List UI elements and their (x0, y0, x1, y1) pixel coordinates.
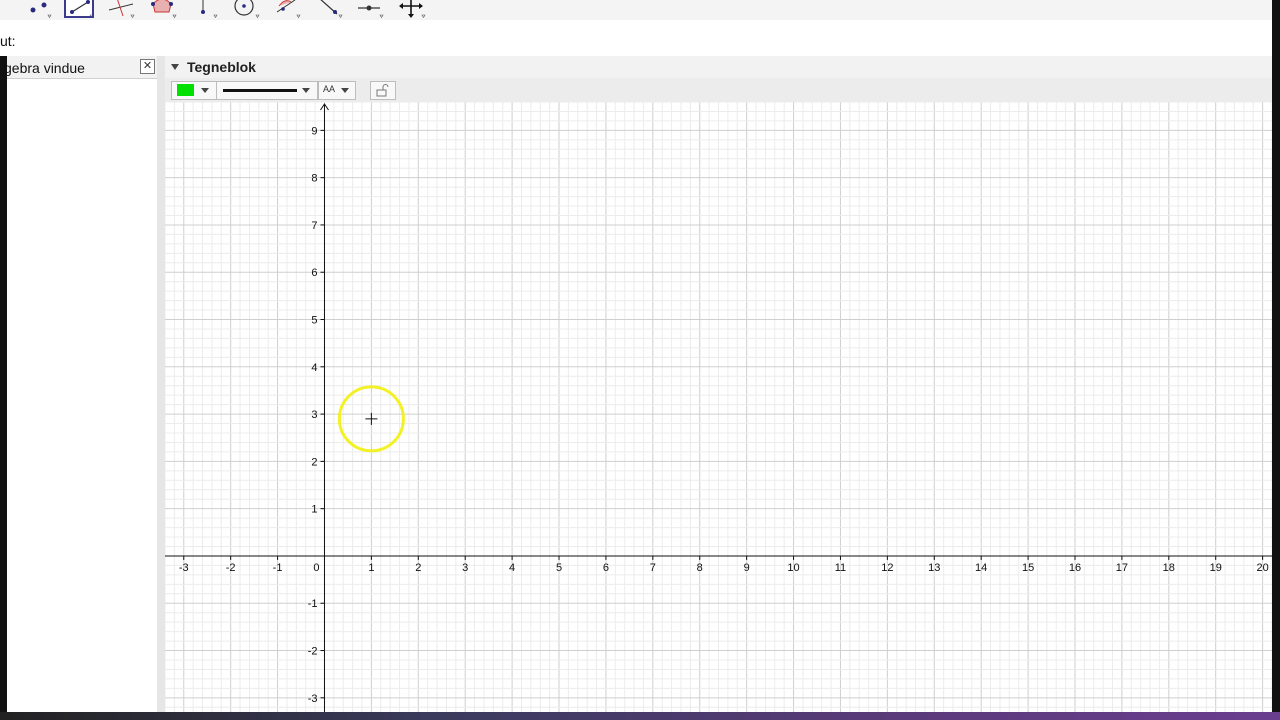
panel-splitter[interactable] (157, 56, 165, 712)
close-icon[interactable]: ✕ (140, 59, 155, 74)
segment-tool-button[interactable] (63, 0, 94, 18)
segment-tool-icon (69, 0, 94, 18)
x-tick-label: 5 (556, 562, 562, 574)
reflect-tool-icon (319, 0, 343, 18)
y-tick-label: 8 (311, 173, 317, 185)
x-tick-label: 10 (787, 562, 799, 574)
reflect-tool-button[interactable] (313, 0, 343, 18)
x-tick-label: 12 (881, 562, 893, 574)
x-tick-label: 2 (415, 562, 421, 574)
x-tick-label: 16 (1069, 562, 1081, 574)
window-edge-right (1272, 0, 1280, 720)
lock-icon (376, 84, 389, 97)
x-tick-label: -2 (226, 562, 236, 574)
chevron-down-icon (302, 88, 310, 93)
circle-tool-icon (233, 0, 260, 18)
x-tick-label: 15 (1022, 562, 1034, 574)
graphics-view-header: Tegneblok (165, 56, 1272, 79)
x-tick-label: 14 (975, 562, 987, 574)
y-tick-label: 2 (311, 456, 317, 468)
y-tick-label: 6 (311, 267, 317, 279)
lock-button[interactable] (370, 81, 396, 100)
chevron-down-icon (341, 88, 349, 93)
dock-bar (0, 712, 1280, 720)
x-tick-label: 7 (650, 562, 656, 574)
y-tick-label: -1 (308, 598, 318, 610)
color-picker-button[interactable] (171, 81, 217, 100)
angle-tool-button[interactable] (271, 0, 301, 18)
slider-tool-icon (358, 5, 384, 18)
x-tick-label: 1 (368, 562, 374, 574)
y-tick-label: 1 (311, 504, 317, 516)
x-tick-label: 4 (509, 562, 515, 574)
graphics-canvas[interactable]: -3 -2 -1 0 1 2 3 4 5 6 7 8 9 10 11 12 13 14 15 16 17 18 19 20 9 8… (164, 101, 1273, 712)
x-tick-label: 18 (1163, 562, 1175, 574)
move-graphics-view-tool-button[interactable] (396, 0, 426, 18)
crosshair-cursor-icon (365, 412, 378, 425)
y-tick-label: 5 (311, 315, 317, 327)
y-tick-label: 4 (311, 362, 317, 374)
x-tick-label: 17 (1116, 562, 1128, 574)
x-tick-label: 20 (1256, 562, 1268, 574)
circle-tool-button[interactable] (230, 0, 260, 18)
y-tick-label: -3 (308, 693, 318, 705)
x-tick-label: 0 (313, 562, 319, 574)
x-tick-label: 9 (744, 562, 750, 574)
polygon-tool-button[interactable] (147, 0, 177, 18)
line-style-preview (223, 89, 297, 92)
x-tick-label: 3 (462, 562, 468, 574)
y-tick-label: 9 (311, 125, 317, 137)
algebra-view-header: gebra vindue ✕ (4, 56, 157, 79)
circle-center-point-tool-button[interactable] (188, 0, 218, 18)
color-swatch (177, 84, 194, 96)
point-tool-icon (30, 2, 52, 18)
chevron-down-icon (201, 88, 209, 93)
input-bar[interactable]: ut: (0, 20, 1272, 57)
chevron-down-icon[interactable] (171, 64, 179, 70)
input-bar-label: ut: (0, 33, 16, 49)
x-tick-label: 13 (928, 562, 940, 574)
label-style-button[interactable]: AA (318, 81, 356, 100)
coordinate-plane[interactable]: -3 -2 -1 0 1 2 3 4 5 6 7 8 9 10 11 12 13 14 15 16 17 18 19 2098… (164, 101, 1273, 712)
perpendicular-line-tool-button[interactable] (105, 0, 135, 18)
graphics-view-title: Tegneblok (187, 59, 256, 75)
y-tick-label: 7 (311, 220, 317, 232)
algebra-view: gebra vindue ✕ (4, 56, 158, 712)
label-style-text: AA (323, 84, 336, 94)
move-graphics-view-tool-icon (398, 0, 426, 18)
window-edge-left (0, 56, 7, 712)
x-tick-label: 8 (697, 562, 703, 574)
perpendicular-line-tool-icon (108, 0, 135, 18)
x-tick-label: 11 (835, 562, 846, 574)
circle-center-point-tool-icon (201, 0, 218, 18)
graphics-style-bar: AA (165, 78, 1272, 102)
y-tick-label: -2 (308, 646, 318, 658)
line-style-button[interactable] (216, 81, 318, 100)
y-tick-label: 3 (311, 409, 317, 421)
angle-tool-icon (276, 0, 301, 18)
point-tool-button[interactable] (22, 0, 52, 18)
toolbar (0, 0, 1280, 20)
x-tick-label: 19 (1210, 562, 1222, 574)
slider-tool-button[interactable] (354, 0, 384, 18)
algebra-view-title: gebra vindue (4, 60, 85, 76)
x-tick-label: 6 (603, 562, 609, 574)
polygon-tool-icon (150, 0, 177, 18)
x-tick-label: -1 (273, 562, 283, 574)
x-tick-label: -3 (179, 562, 189, 574)
